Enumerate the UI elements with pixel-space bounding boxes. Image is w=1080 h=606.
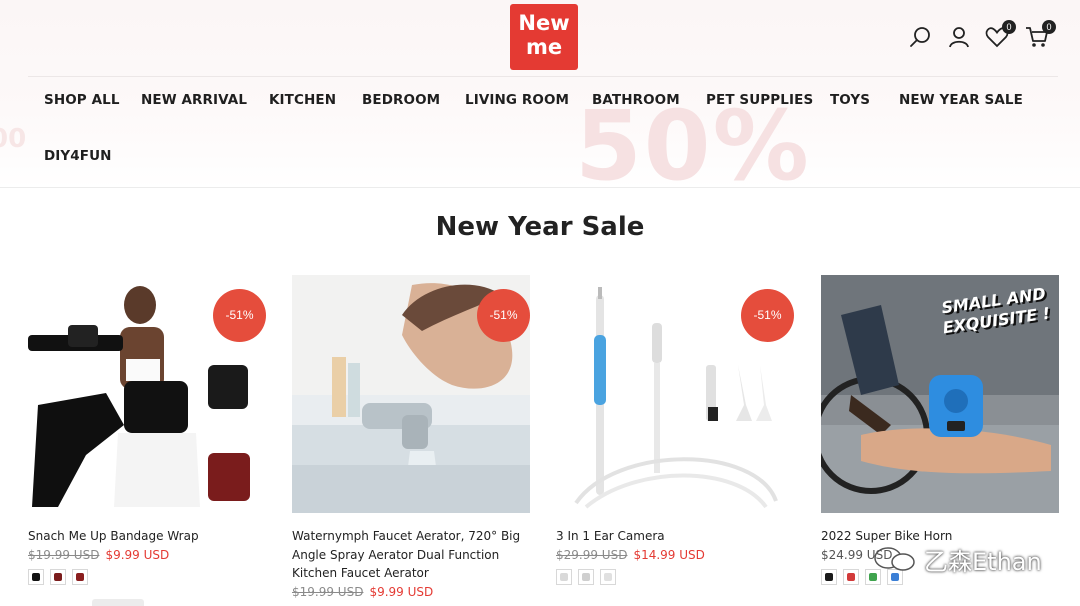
wishlist-icon[interactable]: 0	[984, 20, 1016, 50]
wechat-watermark: 乙森Ethan	[864, 540, 1054, 576]
product-price-row: $19.99 USD $9.99 USD	[292, 585, 530, 599]
product-image[interactable]: -51%	[292, 275, 530, 513]
scroll-indicator	[92, 599, 144, 606]
color-swatch[interactable]	[578, 569, 594, 585]
nav-item-diy4fun[interactable]: DIY4FUN	[44, 148, 112, 164]
nav-item-kitchen[interactable]: KITCHEN	[269, 92, 336, 108]
color-swatch[interactable]	[72, 569, 88, 585]
color-swatch[interactable]	[843, 569, 859, 585]
product-image[interactable]: -51%	[28, 275, 266, 513]
color-swatch[interactable]	[600, 569, 616, 585]
product-image[interactable]: -51%	[556, 275, 794, 513]
nav-item-shop-all[interactable]: SHOP ALL	[44, 92, 120, 108]
watermark-text: 乙森Ethan	[924, 548, 1042, 576]
logo-line-1: New	[518, 11, 570, 35]
product-old-price: $19.99 USD	[28, 548, 100, 562]
section-title: New Year Sale	[435, 212, 645, 242]
nav-item-new-arrival[interactable]: NEW ARRIVAL	[141, 92, 247, 108]
product-sale-price: $9.99 USD	[105, 548, 170, 562]
nav-item-new-year-sale[interactable]: NEW YEAR SALE	[899, 92, 1023, 108]
search-icon[interactable]	[908, 24, 934, 50]
nav-item-living-room[interactable]: LIVING ROOM	[465, 92, 569, 108]
nav-item-toys[interactable]: TOYS	[830, 92, 870, 108]
nav-item-bathroom[interactable]: BATHROOM	[592, 92, 680, 108]
product-price-row: $29.99 USD $14.99 USD	[556, 548, 794, 562]
site-header: 50% 00 New me 0 0 SHOP ALL NEW ARRIVAL K…	[0, 0, 1080, 188]
product-name[interactable]: Waternymph Faucet Aerator, 720° Big Angl…	[292, 527, 530, 583]
product-sale-price: $9.99 USD	[369, 585, 434, 599]
nav-item-pet-supplies[interactable]: PET SUPPLIES	[706, 92, 813, 108]
chat-bubble-icon	[874, 547, 915, 571]
header-bottom-border	[0, 187, 1080, 188]
cart-icon[interactable]: 0	[1024, 20, 1056, 50]
header-divider	[28, 76, 1058, 77]
logo-line-2: me	[525, 35, 563, 59]
product-old-price: $19.99 USD	[292, 585, 364, 599]
color-swatch[interactable]	[28, 569, 44, 585]
header-icons: 0 0	[906, 20, 1066, 52]
product-old-price: $29.99 USD	[556, 548, 628, 562]
discount-badge: -51%	[213, 289, 266, 342]
nav-item-bedroom[interactable]: BEDROOM	[362, 92, 440, 108]
color-swatch[interactable]	[50, 569, 66, 585]
product-image[interactable]: SMALL AND EXQUISITE !	[821, 275, 1059, 513]
site-logo[interactable]: New me	[510, 4, 578, 70]
discount-badge: -51%	[741, 289, 794, 342]
product-swatches	[556, 569, 622, 585]
product-name[interactable]: Snach Me Up Bandage Wrap	[28, 527, 266, 546]
promo-background-left: 00	[0, 124, 27, 154]
product-price-row: $19.99 USD $9.99 USD	[28, 548, 266, 562]
account-icon[interactable]	[946, 24, 972, 50]
wishlist-count-badge: 0	[1002, 20, 1016, 34]
product-name[interactable]: 3 In 1 Ear Camera	[556, 527, 794, 546]
color-swatch[interactable]	[556, 569, 572, 585]
product-swatches	[28, 569, 94, 585]
product-sale-price: $14.99 USD	[633, 548, 705, 562]
cart-count-badge: 0	[1042, 20, 1056, 34]
color-swatch[interactable]	[821, 569, 837, 585]
discount-badge: -51%	[477, 289, 530, 342]
